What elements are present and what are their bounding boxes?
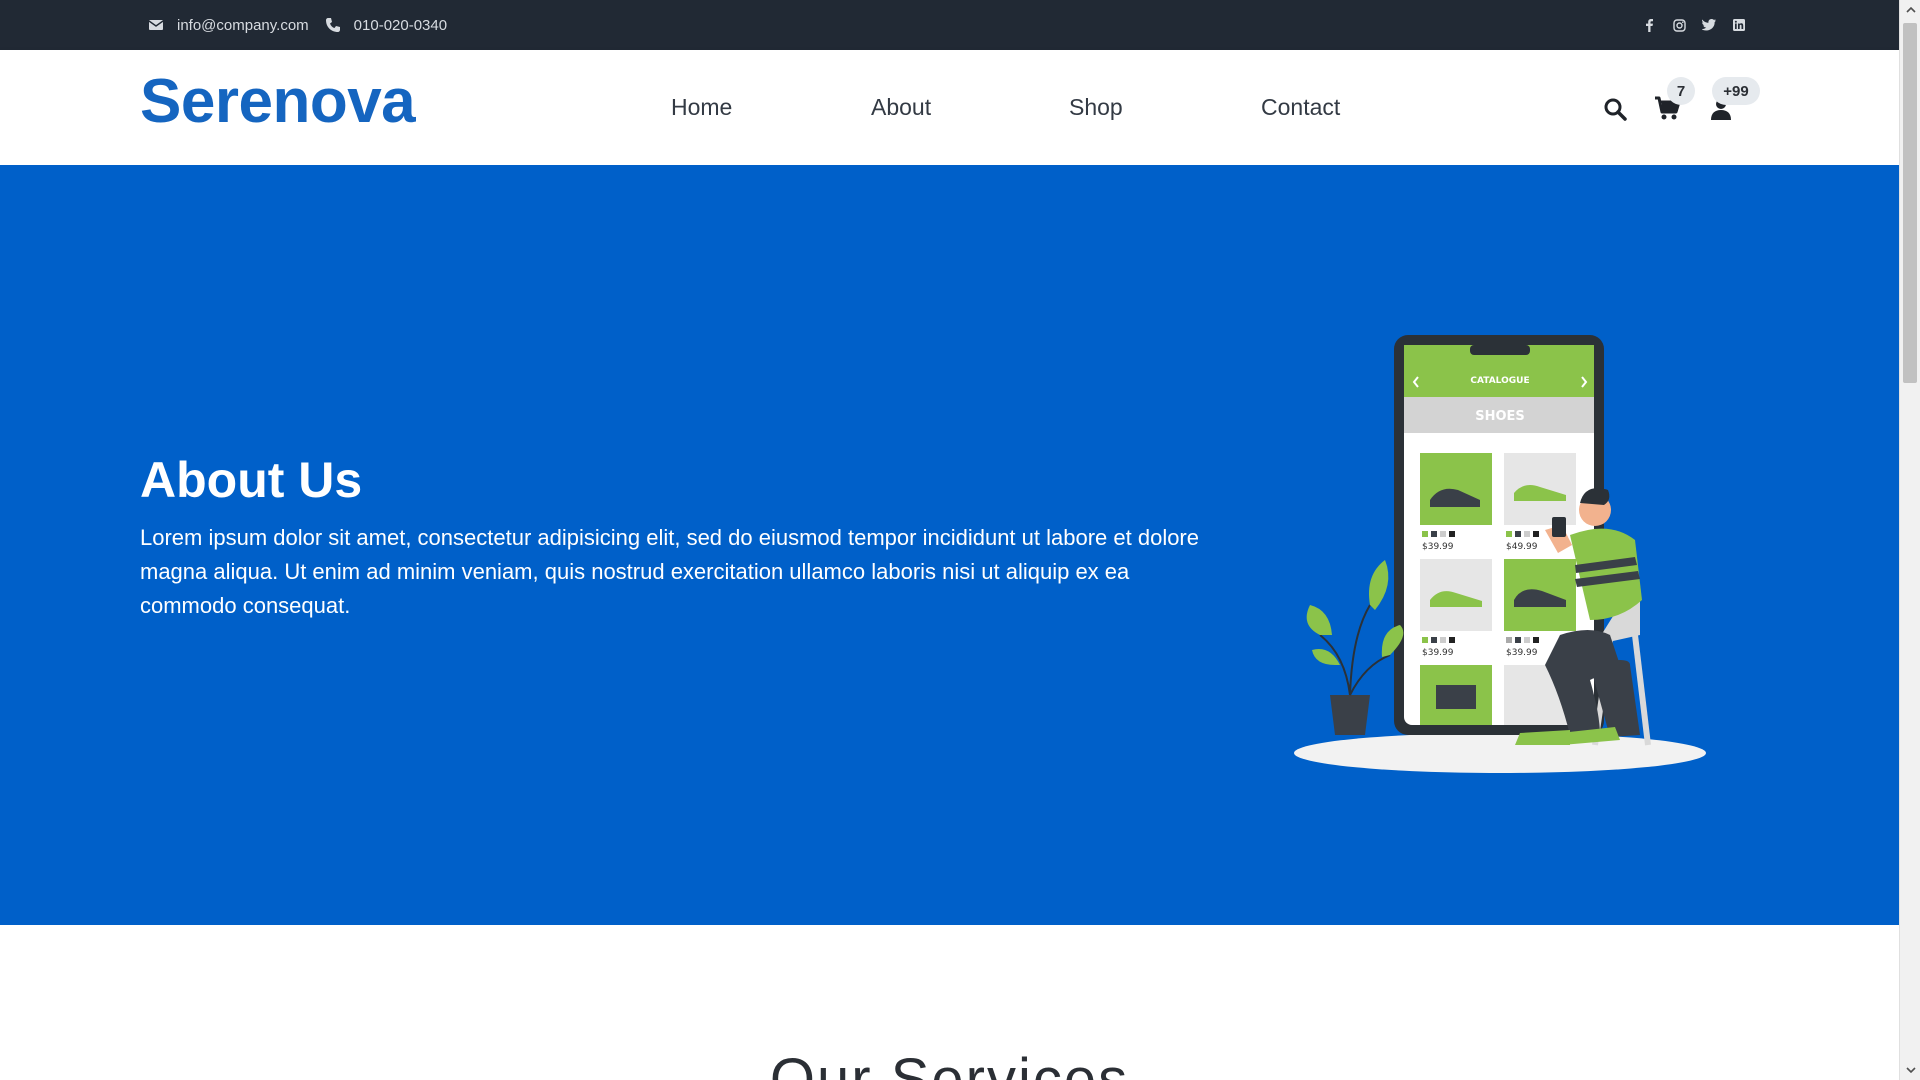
shopping-app-illustration: CATALOGUE SHOES $39.99 $49.99 $39.99 $39… (1294, 335, 1706, 773)
shoes-category-label: SHOES (1475, 409, 1525, 424)
nav-actions: 7 +99 (0, 50, 1899, 165)
hero-section: About Us Lorem ipsum dolor sit amet, con… (0, 165, 1899, 925)
scroll-up-icon[interactable] (1900, 0, 1920, 20)
search-icon[interactable] (1600, 94, 1630, 124)
phone-contact[interactable]: 010-020-0340 (325, 17, 447, 34)
twitter-icon[interactable] (1701, 17, 1717, 33)
top-info-bar: info@company.com 010-020-0340 (0, 0, 1899, 50)
price-label: $39.99 (1422, 648, 1454, 658)
contact-info: info@company.com 010-020-0340 (148, 0, 463, 50)
phone-icon (325, 17, 341, 33)
page-scrollbar[interactable] (1899, 0, 1920, 1080)
scroll-down-icon[interactable] (1900, 1060, 1920, 1080)
envelope-icon (148, 17, 164, 33)
email-text[interactable]: info@company.com (177, 17, 309, 34)
price-label: $39.99 (1506, 648, 1538, 658)
facebook-icon[interactable] (1641, 17, 1657, 33)
instagram-icon[interactable] (1671, 17, 1687, 33)
linkedin-icon[interactable] (1731, 17, 1747, 33)
social-links (1627, 0, 1747, 50)
services-section-title: Our Services (769, 1047, 1130, 1080)
phone-text[interactable]: 010-020-0340 (354, 17, 447, 34)
hero-title: About Us (140, 452, 363, 508)
cart-count-badge: 7 (1667, 77, 1695, 105)
main-navbar: Serenova Home About Shop Contact 7 +99 (0, 50, 1899, 165)
email-contact[interactable]: info@company.com (148, 17, 309, 34)
hero-description: Lorem ipsum dolor sit amet, consectetur … (140, 525, 1199, 618)
user-count-badge: +99 (1712, 77, 1760, 105)
scroll-thumb[interactable] (1903, 23, 1917, 383)
price-label: $39.99 (1422, 542, 1454, 552)
catalogue-label: CATALOGUE (1470, 376, 1529, 386)
price-label: $49.99 (1506, 542, 1538, 552)
